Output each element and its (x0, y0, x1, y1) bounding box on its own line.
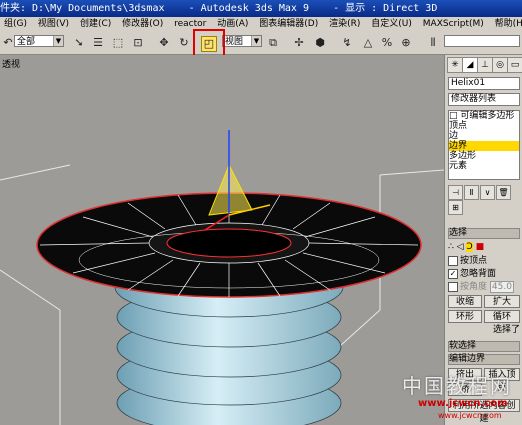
loop-button[interactable]: 循环 (484, 310, 520, 323)
window-crossing-icon[interactable]: ⊡ (131, 36, 145, 50)
by-angle-checkbox[interactable] (448, 281, 458, 292)
chevron-down-icon: ▼ (251, 36, 261, 46)
by-vertex-row[interactable]: 按顶点 (448, 255, 520, 267)
watermark: 中国教程网 www.jcwcn.com www.jcwcn.com (400, 368, 522, 425)
border-mode-icon[interactable]: Ɔ (466, 242, 473, 252)
spinner-snap-icon[interactable]: ⊕ (399, 36, 413, 50)
by-vertex-checkbox[interactable] (448, 255, 458, 266)
configure-sets-icon[interactable]: ⊞ (448, 200, 463, 215)
ring-button[interactable]: 环形 (448, 310, 482, 323)
modifier-stack: □ 可编辑多边形 顶点 边 边界 多边形 元素 (448, 110, 520, 180)
watermark-title: 中国教程网 (402, 374, 512, 398)
ignore-backfacing-checkbox[interactable]: ✓ (448, 268, 458, 279)
reference-coordinate-value: 视图 (225, 37, 244, 47)
shrink-button[interactable]: 收缩 (448, 295, 482, 308)
selection-rollout-header[interactable]: 选择 (448, 228, 520, 239)
tab-modify[interactable]: ◢ (462, 57, 478, 73)
edge-mode-icon[interactable]: ◁ (457, 242, 464, 252)
watermark-url: www.jcwcn.com (418, 398, 508, 409)
select-object-icon[interactable]: ➘ (72, 36, 86, 50)
window-title: 件夹: D:\My Documents\3dsmax - Autodesk 3d… (0, 0, 522, 17)
manipulate-icon[interactable]: ✢ (292, 36, 306, 50)
selection-filter-value: 全部 (17, 37, 36, 47)
menu-item-create[interactable]: 创建(C) (76, 17, 115, 32)
edit-borders-rollout-header[interactable]: 编辑边界 (448, 354, 520, 365)
by-angle-label: 按角度 (460, 282, 488, 292)
keyboard-shortcut-icon[interactable]: ⬢ (313, 36, 327, 50)
menu-item-group[interactable]: 组(G) (0, 17, 31, 32)
stack-item-vertex[interactable]: 顶点 (449, 121, 519, 131)
select-and-rotate-icon[interactable]: ↻ (177, 36, 191, 50)
menu-item-rendering[interactable]: 渲染(R) (325, 17, 364, 32)
angle-snap-icon[interactable]: △ (361, 36, 375, 50)
undo-icon[interactable]: ↶ (1, 36, 15, 50)
chevron-down-icon: ▼ (53, 36, 63, 46)
menu-item-modifiers[interactable]: 修改器(O) (118, 17, 167, 32)
stack-item-element[interactable]: 元素 (449, 161, 519, 171)
command-panel-tabs: ✳ ◢ ⊥ ◎ ▭ (447, 57, 522, 73)
menu-item-customize[interactable]: 自定义(U) (367, 17, 416, 32)
remove-modifier-icon[interactable]: 🗑 (496, 185, 511, 200)
grow-button[interactable]: 扩大 (484, 295, 520, 308)
perspective-viewport[interactable]: 透视 (0, 55, 444, 425)
snap-toggle-icon[interactable]: ↯ (340, 36, 354, 50)
subobject-icons-row: ∴ ◁ Ɔ ■ (448, 241, 520, 253)
select-by-name-icon[interactable]: ☰ (91, 36, 105, 50)
menu-bar: 组(G) 视图(V) 创建(C) 修改器(O) reactor 动画(A) 图表… (0, 17, 522, 33)
tab-display[interactable]: ▭ (507, 57, 522, 73)
tab-hierarchy[interactable]: ⊥ (477, 57, 493, 73)
make-unique-icon[interactable]: ∨ (480, 185, 495, 200)
menu-item-graph-editors[interactable]: 图表编辑器(D) (255, 17, 322, 32)
object-name-field[interactable]: Helix01 (448, 77, 520, 90)
tab-motion[interactable]: ◎ (492, 57, 508, 73)
viewport-scene (0, 130, 444, 425)
polygon-mode-icon[interactable]: ■ (476, 242, 485, 252)
main-toolbar: ↶ 全部 ▼ ➘ ☰ ⬚ ⊡ ✥ ↻ ◰ 视图 ▼ ⧉ ✢ ⬢ ↯ △ % ⊕ … (0, 32, 522, 55)
selected-status: 选择了 (492, 325, 520, 335)
soft-selection-rollout-header[interactable]: 软选择 (448, 341, 520, 352)
rectangular-selection-icon[interactable]: ⬚ (111, 36, 125, 50)
by-angle-row[interactable]: 按角度 45.0 (448, 281, 520, 293)
menu-item-maxscript[interactable]: MAXScript(M) (419, 17, 488, 32)
show-end-result-icon[interactable]: Ⅱ (464, 185, 479, 200)
modifier-list-dropdown[interactable]: 修改器列表 (448, 93, 520, 106)
select-and-move-icon[interactable]: ✥ (157, 36, 171, 50)
selection-filter-dropdown[interactable]: 全部 ▼ (14, 35, 64, 47)
stack-buttons: ⊣ Ⅱ ∨ 🗑 ⊞ (448, 185, 520, 215)
menu-item-help[interactable]: 帮助(H) (491, 17, 522, 32)
ignore-backfacing-label: 忽略背面 (460, 269, 497, 279)
ignore-backfacing-row[interactable]: ✓ 忽略背面 (448, 268, 520, 280)
tab-create[interactable]: ✳ (447, 57, 463, 73)
percent-snap-icon[interactable]: % (380, 36, 394, 50)
pivot-center-icon[interactable]: ⧉ (266, 36, 280, 50)
menu-item-view[interactable]: 视图(V) (34, 17, 73, 32)
stack-item-edge[interactable]: 边 (449, 131, 519, 141)
by-vertex-label: 按顶点 (460, 256, 488, 266)
named-selection-icon[interactable]: ⦀ (426, 36, 440, 50)
named-selection-sets-input[interactable] (444, 35, 520, 47)
stack-item-border[interactable]: 边界 (449, 141, 519, 151)
stack-item-polygon[interactable]: 多边形 (449, 151, 519, 161)
reference-coordinate-dropdown[interactable]: 视图 ▼ (222, 35, 262, 47)
stack-item-editable-poly[interactable]: □ 可编辑多边形 (449, 111, 519, 121)
viewport-label[interactable]: 透视 (2, 57, 20, 70)
vertex-mode-icon[interactable]: ∴ (448, 242, 454, 252)
watermark-url-small: www.jcwcn.com (438, 411, 502, 420)
pin-stack-icon[interactable]: ⊣ (448, 185, 463, 200)
angle-value-field[interactable]: 45.0 (489, 281, 514, 293)
